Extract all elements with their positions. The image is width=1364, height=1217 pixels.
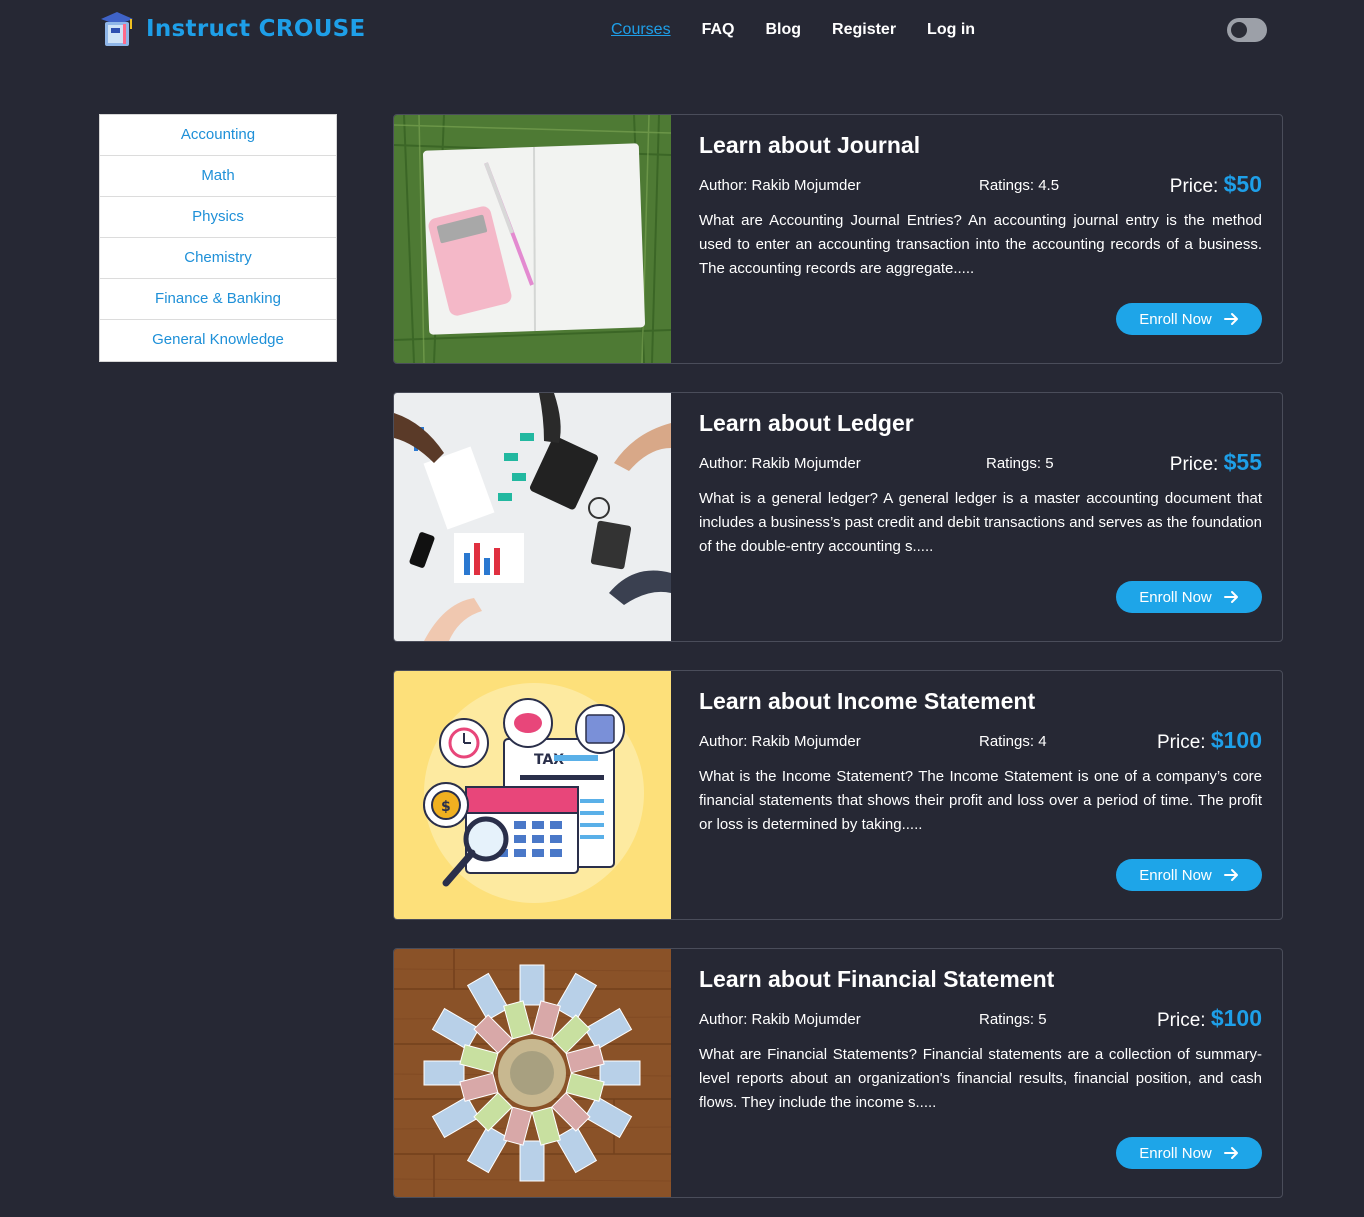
course-title: Learn about Ledger <box>699 410 914 436</box>
enroll-label: Enroll Now <box>1139 310 1212 328</box>
top-navbar: Instruct CROUSE Courses FAQ Blog Registe… <box>0 0 1364 62</box>
price-value: $50 <box>1223 171 1262 197</box>
arrow-right-icon <box>1223 869 1238 881</box>
course-description: What are Financial Statements? Financial… <box>699 1046 1262 1111</box>
nav-courses[interactable]: Courses <box>611 20 671 40</box>
enroll-now-button[interactable]: Enroll Now <box>1116 859 1262 891</box>
course-ratings: Ratings: 5 <box>986 455 1054 472</box>
course-info: Learn about Financial Statement Author: … <box>671 949 1282 1197</box>
course-author: Author: Rakib Mojumder <box>699 733 861 750</box>
brand-logo[interactable]: Instruct CROUSE <box>99 10 366 48</box>
course-author: Author: Rakib Mojumder <box>699 177 861 194</box>
book-logo-icon <box>101 12 133 46</box>
theme-toggle[interactable] <box>1227 18 1267 42</box>
course-image-tax-illustration: TAX $ <box>394 671 671 919</box>
enroll-now-button[interactable]: Enroll Now <box>1116 303 1262 335</box>
course-ratings: Ratings: 4.5 <box>979 177 1060 194</box>
price-label: Price: <box>1156 732 1206 753</box>
course-image-notebook-calculator <box>394 115 671 363</box>
course-image-team-charts <box>394 393 671 641</box>
toggle-knob <box>1231 22 1247 38</box>
arrow-right-icon <box>1223 1147 1238 1159</box>
course-meta: Author: Rakib Mojumder Ratings: 5 Price:… <box>699 1003 1262 1033</box>
category-accounting[interactable]: Accounting <box>100 115 336 156</box>
price-label: Price: <box>1156 1010 1206 1031</box>
price-label: Price: <box>1169 454 1219 475</box>
course-description: What are Accounting Journal Entries? An … <box>699 212 1262 277</box>
category-general-knowledge[interactable]: General Knowledge <box>100 320 336 361</box>
course-card: Learn about Ledger Author: Rakib Mojumde… <box>393 392 1283 642</box>
main-nav: Courses FAQ Blog Register Log in <box>611 20 1006 40</box>
category-physics[interactable]: Physics <box>100 197 336 238</box>
course-title: Learn about Journal <box>699 132 921 158</box>
course-info: Learn about Income Statement Author: Rak… <box>671 671 1282 919</box>
category-finance-banking[interactable]: Finance & Banking <box>100 279 336 320</box>
enroll-label: Enroll Now <box>1139 1144 1212 1162</box>
enroll-now-button[interactable]: Enroll Now <box>1116 581 1262 613</box>
enroll-label: Enroll Now <box>1139 588 1212 606</box>
nav-blog[interactable]: Blog <box>765 20 801 40</box>
brand-name: Instruct CROUSE <box>146 16 366 42</box>
course-meta: Author: Rakib Mojumder Ratings: 4 Price:… <box>699 725 1262 755</box>
course-card: Learn about Journal Author: Rakib Mojumd… <box>393 114 1283 364</box>
nav-faq[interactable]: FAQ <box>702 20 735 40</box>
price-label: Price: <box>1169 176 1219 197</box>
enroll-now-button[interactable]: Enroll Now <box>1116 1137 1262 1169</box>
course-ratings: Ratings: 4 <box>979 733 1047 750</box>
arrow-right-icon <box>1223 591 1238 603</box>
course-ratings: Ratings: 5 <box>979 1011 1047 1028</box>
course-description: What is a general ledger? A general ledg… <box>699 490 1262 555</box>
svg-text:$: $ <box>441 799 451 815</box>
category-sidebar: Accounting Math Physics Chemistry Financ… <box>99 114 337 362</box>
course-price: Price: $100 <box>1157 1005 1262 1032</box>
course-list: Learn about Journal Author: Rakib Mojumd… <box>393 114 1283 1217</box>
course-card: TAX $ Learn about Income Statement Autho… <box>393 670 1283 920</box>
price-value: $100 <box>1210 1005 1262 1031</box>
price-value: $55 <box>1223 449 1262 475</box>
course-meta: Author: Rakib Mojumder Ratings: 5 Price:… <box>699 447 1262 477</box>
course-author: Author: Rakib Mojumder <box>699 1011 861 1028</box>
enroll-label: Enroll Now <box>1139 866 1212 884</box>
course-info: Learn about Ledger Author: Rakib Mojumde… <box>671 393 1282 641</box>
arrow-right-icon <box>1223 313 1238 325</box>
course-meta: Author: Rakib Mojumder Ratings: 4.5 Pric… <box>699 169 1262 199</box>
course-title: Learn about Financial Statement <box>699 966 1055 992</box>
price-value: $100 <box>1210 727 1262 753</box>
course-image-banknotes <box>394 949 671 1197</box>
course-price: Price: $55 <box>1170 449 1262 476</box>
course-info: Learn about Journal Author: Rakib Mojumd… <box>671 115 1282 363</box>
course-author: Author: Rakib Mojumder <box>699 455 861 472</box>
course-price: Price: $100 <box>1157 727 1262 754</box>
course-title: Learn about Income Statement <box>699 688 1036 714</box>
course-description: What is the Income Statement? The Income… <box>699 768 1262 833</box>
course-card: Learn about Financial Statement Author: … <box>393 948 1283 1198</box>
course-price: Price: $50 <box>1170 171 1262 198</box>
nav-login[interactable]: Log in <box>927 20 975 40</box>
nav-register[interactable]: Register <box>832 20 896 40</box>
category-chemistry[interactable]: Chemistry <box>100 238 336 279</box>
category-math[interactable]: Math <box>100 156 336 197</box>
